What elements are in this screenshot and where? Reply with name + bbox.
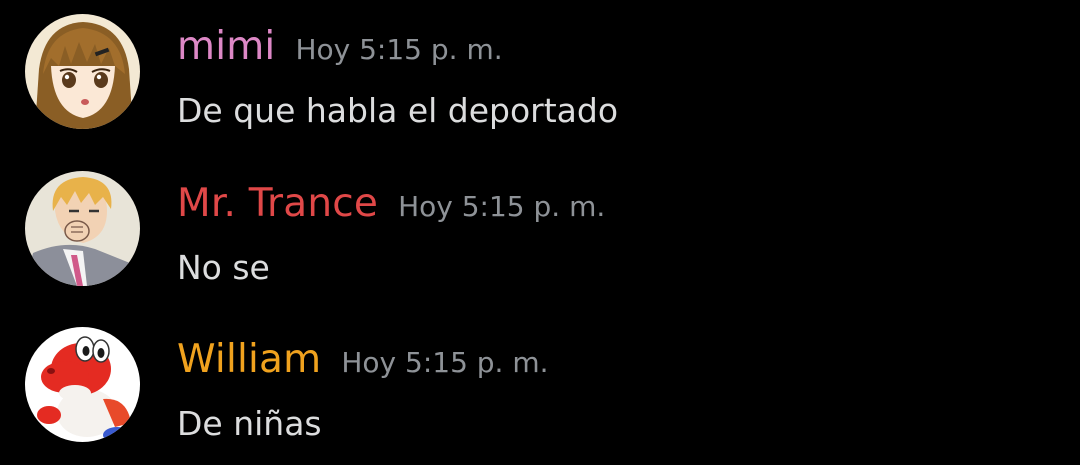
message-timestamp: Hoy 5:15 p. m. [295, 33, 503, 66]
author-name[interactable]: Mr. Trance [177, 179, 378, 229]
message-header: William Hoy 5:15 p. m. [177, 335, 549, 388]
chat-message[interactable]: William Hoy 5:15 p. m. De niñas [0, 313, 1080, 453]
chat-message[interactable]: Mr. Trance Hoy 5:15 p. m. No se [0, 157, 1080, 297]
chat-message-list: mimi Hoy 5:15 p. m. De que habla el depo… [0, 0, 1080, 465]
anime-girl-avatar-icon[interactable] [25, 14, 140, 129]
message-text: De que habla el deportado [177, 91, 619, 130]
message-timestamp: Hoy 5:15 p. m. [341, 346, 549, 379]
message-header: mimi Hoy 5:15 p. m. [177, 22, 503, 75]
message-text: No se [177, 248, 270, 287]
anime-man-avatar-icon[interactable] [25, 171, 140, 286]
author-name[interactable]: mimi [177, 22, 275, 72]
chat-message[interactable]: mimi Hoy 5:15 p. m. De que habla el depo… [0, 0, 1080, 140]
message-text: De niñas [177, 404, 322, 443]
author-name[interactable]: William [177, 335, 321, 385]
red-yoshi-avatar-icon[interactable] [25, 327, 140, 442]
message-timestamp: Hoy 5:15 p. m. [398, 190, 606, 223]
message-header: Mr. Trance Hoy 5:15 p. m. [177, 179, 605, 232]
